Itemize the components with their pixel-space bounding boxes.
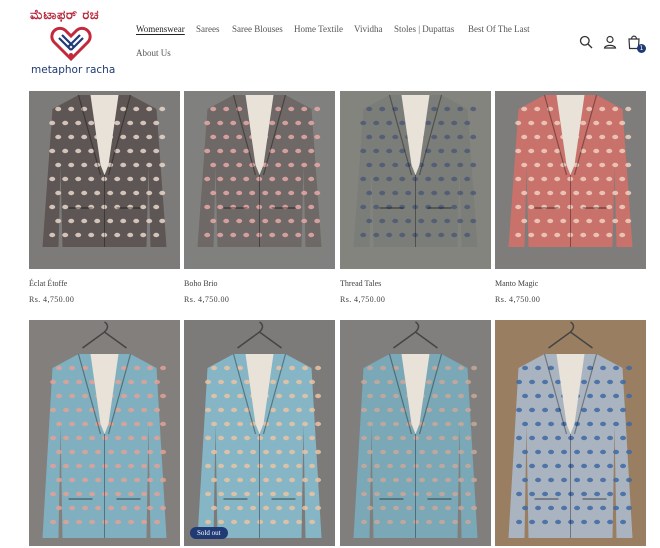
nav-about-us[interactable]: About Us [136,48,171,58]
nav-best-of-the-last[interactable]: Best Of The Last [468,24,530,34]
jacket-photo [340,320,491,546]
search-icon[interactable] [578,34,594,50]
nav-saree-blouses[interactable]: Saree Blouses [232,24,283,34]
jacket-photo [184,91,335,269]
product-price: Rs. 4,750.00 [184,295,230,304]
nav-sarees[interactable]: Sarees [196,24,220,34]
product-card[interactable] [29,320,180,546]
product-title[interactable]: Boho Brio [184,279,335,288]
product-card[interactable]: Sold out [184,320,335,546]
product-image[interactable] [29,320,180,546]
product-card[interactable]: Boho Brio Rs. 4,750.00 [184,91,335,304]
product-image[interactable] [495,320,646,546]
site-header: ಮೆಟಾಫರ್ ರಚ metaphor racha Womenswear Sar… [0,0,660,86]
product-price: Rs. 4,750.00 [29,295,75,304]
header-actions: 1 [578,34,648,53]
jacket-photo [340,91,491,269]
product-image[interactable] [340,320,491,546]
product-card[interactable]: Éclat Étoffe Rs. 4,750.00 [29,91,180,304]
jacket-photo [184,320,335,546]
sold-out-badge: Sold out [190,527,228,539]
product-image[interactable] [29,91,180,269]
product-price: Rs. 4,750.00 [495,295,541,304]
jacket-photo [29,91,180,269]
nav-womenswear[interactable]: Womenswear [136,24,185,34]
product-price: Rs. 4,750.00 [340,295,386,304]
jacket-photo [29,320,180,546]
cart-button[interactable]: 1 [626,34,646,53]
product-image[interactable]: Sold out [184,320,335,546]
account-icon[interactable] [602,34,618,50]
product-title[interactable]: Éclat Étoffe [29,279,180,288]
product-image[interactable] [184,91,335,269]
nav-home-textile[interactable]: Home Textile [294,24,343,34]
product-card[interactable] [495,320,646,546]
product-title[interactable]: Manto Magic [495,279,646,288]
cart-count-badge: 1 [637,44,646,53]
product-image[interactable] [495,91,646,269]
nav-stoles-dupattas[interactable]: Stoles | Dupattas [394,24,454,34]
brand-logo[interactable]: ಮೆಟಾಫರ್ ರಚ metaphor racha [30,8,116,78]
jacket-photo [495,320,646,546]
product-card[interactable] [340,320,491,546]
product-card[interactable]: Manto Magic Rs. 4,750.00 [495,91,646,304]
logo-wordmark: metaphor racha [31,64,116,76]
product-title[interactable]: Thread Tales [340,279,491,288]
product-card[interactable]: Thread Tales Rs. 4,750.00 [340,91,491,304]
jacket-photo [495,91,646,269]
product-image[interactable] [340,91,491,269]
logo-mark-icon [50,26,92,61]
nav-vividha[interactable]: Vividha [354,24,382,34]
logo-script-text: ಮೆಟಾಫರ್ ರಚ [30,8,100,23]
